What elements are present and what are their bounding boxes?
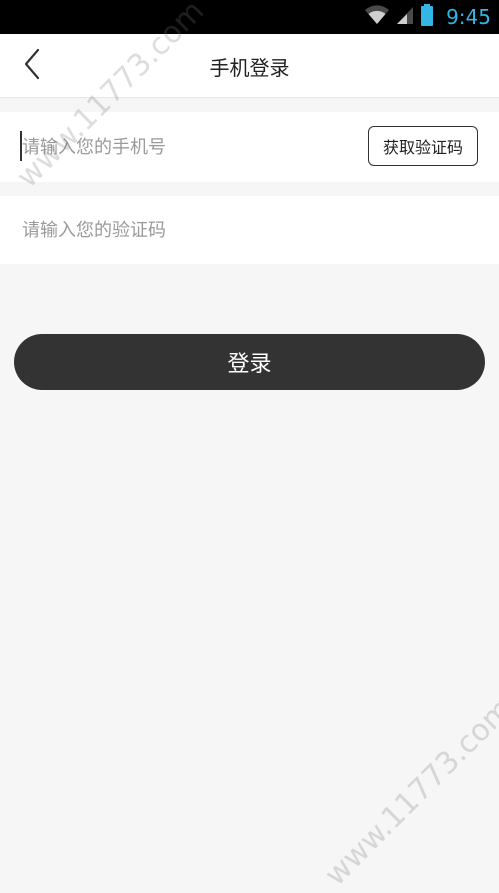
get-code-button[interactable]: 获取验证码 xyxy=(368,126,478,166)
battery-icon xyxy=(420,4,434,30)
watermark: www.11773.com xyxy=(318,691,499,893)
login-button[interactable]: 登录 xyxy=(14,334,485,390)
status-bar: 9:45 xyxy=(0,0,499,34)
status-time: 9:45 xyxy=(446,5,491,29)
verification-code-input[interactable] xyxy=(0,196,499,264)
text-cursor xyxy=(20,131,22,161)
cell-signal-icon xyxy=(396,5,414,29)
page-title: 手机登录 xyxy=(209,55,290,80)
code-field-row xyxy=(0,196,499,264)
status-icons: 9:45 xyxy=(364,0,491,34)
phone-field-row: 获取验证码 xyxy=(0,112,499,182)
wifi-icon xyxy=(364,5,390,29)
header: 手机登录 xyxy=(0,34,499,98)
